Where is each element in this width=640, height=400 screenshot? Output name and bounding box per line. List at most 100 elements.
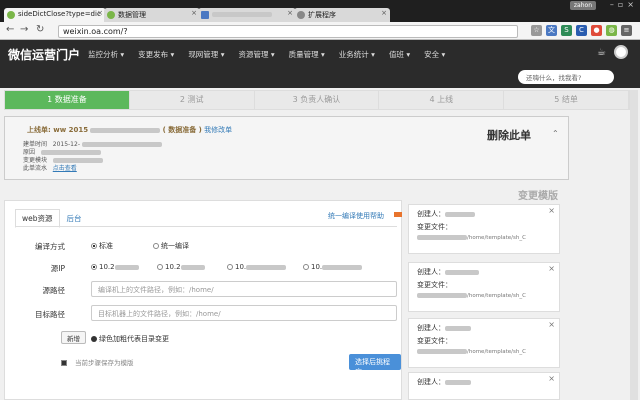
path-text: /home/template/sh_C bbox=[467, 349, 526, 355]
reload-icon[interactable]: ↻ bbox=[36, 24, 44, 35]
close-icon[interactable]: × bbox=[548, 320, 555, 329]
radio-ip-1[interactable]: 10.2 bbox=[91, 263, 139, 271]
radio-icon bbox=[303, 264, 309, 270]
close-icon[interactable]: × bbox=[381, 9, 387, 17]
delete-order-button[interactable]: 删除此单 bbox=[487, 127, 531, 143]
browser-tab-2[interactable]: 数据管理 × bbox=[104, 8, 200, 22]
compile-help-link[interactable]: 统一编译使用帮助 bbox=[328, 211, 384, 221]
window-controls[interactable]: –▫× bbox=[610, 0, 638, 9]
search-input[interactable]: 还嗨什么，找我看? bbox=[518, 70, 614, 84]
menu-item-network[interactable]: 现网管理 ▾ bbox=[188, 49, 224, 60]
blurred-name bbox=[445, 325, 471, 331]
step-2[interactable]: 2 测试 bbox=[130, 91, 255, 109]
save-template-checkbox[interactable]: 当前步骤保存为模版 bbox=[61, 357, 134, 367]
choose-program-button[interactable]: 选择后挑程序 bbox=[349, 354, 401, 376]
source-path-input[interactable]: 编译机上的文件路径，例如：/home/ bbox=[91, 281, 397, 297]
back-icon[interactable]: ← bbox=[6, 24, 14, 35]
app-header: 微信运营门户 监控分析 ▾ 变更发布 ▾ 现网管理 ▾ 资源管理 ▾ 质量管理 … bbox=[0, 40, 640, 68]
translate-icon[interactable]: 文 bbox=[546, 25, 557, 36]
extension-s-icon[interactable]: S bbox=[561, 25, 572, 36]
dir-change-hint: 绿色加粗代表目录变更 bbox=[91, 334, 169, 344]
radio-ip-2[interactable]: 10.2 bbox=[157, 263, 205, 271]
radio-ip-3[interactable]: 10. bbox=[227, 263, 287, 271]
wechat-extension-icon[interactable]: ◍ bbox=[606, 25, 617, 36]
wechat-tab-icon bbox=[7, 11, 15, 19]
close-icon[interactable]: × bbox=[287, 9, 293, 17]
edit-order-link[interactable]: 我修改单 bbox=[204, 126, 232, 134]
ip-label: 10. bbox=[311, 263, 323, 271]
template-card-2[interactable]: × 创建人： 变更文件： /home/template/sh_C bbox=[408, 262, 560, 312]
extension-c-icon[interactable]: C bbox=[576, 25, 587, 36]
menu-item-quality[interactable]: 质量管理 ▾ bbox=[289, 49, 325, 60]
template-file: 变更文件： bbox=[417, 336, 551, 346]
extension-red-icon[interactable]: ● bbox=[591, 25, 602, 36]
chevron-up-icon[interactable]: ⌃ bbox=[552, 129, 559, 138]
browser-tab-4[interactable]: 扩展程序 × bbox=[294, 8, 390, 22]
order-status: ( 数据准备 ) bbox=[162, 126, 202, 134]
target-path-input[interactable]: 目标机器上的文件路径，例如：/home/ bbox=[91, 305, 397, 321]
step-4[interactable]: 4 上线 bbox=[379, 91, 505, 109]
step-1[interactable]: 1 数据准备 bbox=[5, 91, 130, 109]
close-icon[interactable]: × bbox=[548, 374, 555, 383]
deploy-form-card: web资源 后台 统一编译使用帮助 编译方式 标准 统一编译 源IP 10.2 … bbox=[4, 200, 402, 400]
add-button[interactable]: 新增 bbox=[61, 331, 86, 344]
info-dot-icon bbox=[91, 336, 97, 342]
template-card-1[interactable]: × 创建人： 变更文件： /home/template/sh_C bbox=[408, 204, 560, 254]
template-file: 变更文件： bbox=[417, 280, 551, 290]
templates-title: 变更模版 bbox=[518, 191, 558, 202]
radio-icon bbox=[227, 264, 233, 270]
order-title: 上线单: ww 2015 ( 数据准备 ) 我修改单 bbox=[27, 125, 232, 135]
browser-tab-label: 扩展程序 bbox=[308, 11, 336, 19]
blurred-tab-title bbox=[212, 11, 272, 17]
checkbox-icon bbox=[61, 360, 67, 366]
template-path: /home/template/sh_C bbox=[417, 293, 551, 299]
checkbox-label: 当前步骤保存为模版 bbox=[75, 359, 134, 367]
creator-label: 创建人： bbox=[417, 210, 445, 218]
menu-icon[interactable]: ≡ bbox=[621, 25, 632, 36]
browser-tab-3[interactable]: × bbox=[198, 8, 296, 22]
menu-item-release[interactable]: 变更发布 ▾ bbox=[138, 49, 174, 60]
extension-icons: ☆ 文 S C ● ◍ ≡ bbox=[531, 25, 632, 36]
template-file: 变更文件： bbox=[417, 222, 551, 232]
browser-user-chip[interactable]: zahon bbox=[569, 1, 596, 10]
browser-tab-label: sideDictClose?type=dic bbox=[18, 10, 101, 18]
blurred-ip bbox=[114, 264, 139, 270]
close-icon[interactable]: × bbox=[548, 206, 555, 215]
view-flow-link[interactable]: 点击查看 bbox=[53, 165, 77, 172]
brand-title[interactable]: 微信运营门户 bbox=[8, 46, 80, 63]
ip-label: 10.2 bbox=[99, 263, 115, 271]
page-scrollbar[interactable] bbox=[630, 90, 638, 400]
menu-item-resource[interactable]: 资源管理 ▾ bbox=[238, 49, 274, 60]
template-card-3[interactable]: × 创建人： 变更文件： /home/template/sh_C bbox=[408, 318, 560, 368]
file-label: 变更文件： bbox=[417, 223, 452, 231]
close-icon[interactable]: × bbox=[548, 264, 555, 273]
radio-icon bbox=[153, 243, 159, 249]
template-path: /home/template/sh_C bbox=[417, 235, 551, 241]
bookmark-star-icon[interactable]: ☆ bbox=[531, 25, 542, 36]
close-icon[interactable]: × bbox=[191, 9, 197, 17]
menu-item-security[interactable]: 安全 ▾ bbox=[424, 49, 445, 60]
coffee-icon[interactable]: ☕ bbox=[597, 47, 606, 58]
radio-standard[interactable]: 标准 bbox=[91, 241, 113, 251]
radio-ip-4[interactable]: 10. bbox=[303, 263, 363, 271]
step-3[interactable]: 3 负责人确认 bbox=[255, 91, 380, 109]
avatar[interactable] bbox=[614, 45, 628, 59]
menu-item-duty[interactable]: 值班 ▾ bbox=[389, 49, 410, 60]
target-path-label: 目标路径 bbox=[35, 310, 65, 319]
forward-icon[interactable]: → bbox=[20, 24, 28, 35]
page-tab-icon bbox=[201, 11, 209, 19]
url-input[interactable]: weixin.oa.com/? bbox=[58, 25, 518, 38]
menu-item-stats[interactable]: 业务统计 ▾ bbox=[339, 49, 375, 60]
blurred-path bbox=[417, 349, 467, 354]
blurred-path bbox=[417, 235, 467, 240]
browser-tab-label: 数据管理 bbox=[118, 11, 146, 19]
blurred-ip bbox=[180, 264, 205, 270]
step-5[interactable]: 5 结单 bbox=[504, 91, 629, 109]
close-icon[interactable]: × bbox=[97, 9, 103, 17]
creator-label: 创建人： bbox=[417, 378, 445, 386]
radio-unified[interactable]: 统一编译 bbox=[153, 241, 189, 251]
address-bar-row: ← → ↻ weixin.oa.com/? ☆ 文 S C ● ◍ ≡ bbox=[0, 22, 640, 40]
browser-tab-1[interactable]: sideDictClose?type=dic × bbox=[4, 8, 106, 22]
menu-item-monitor[interactable]: 监控分析 ▾ bbox=[88, 49, 124, 60]
template-card-4[interactable]: × 创建人： bbox=[408, 372, 560, 400]
